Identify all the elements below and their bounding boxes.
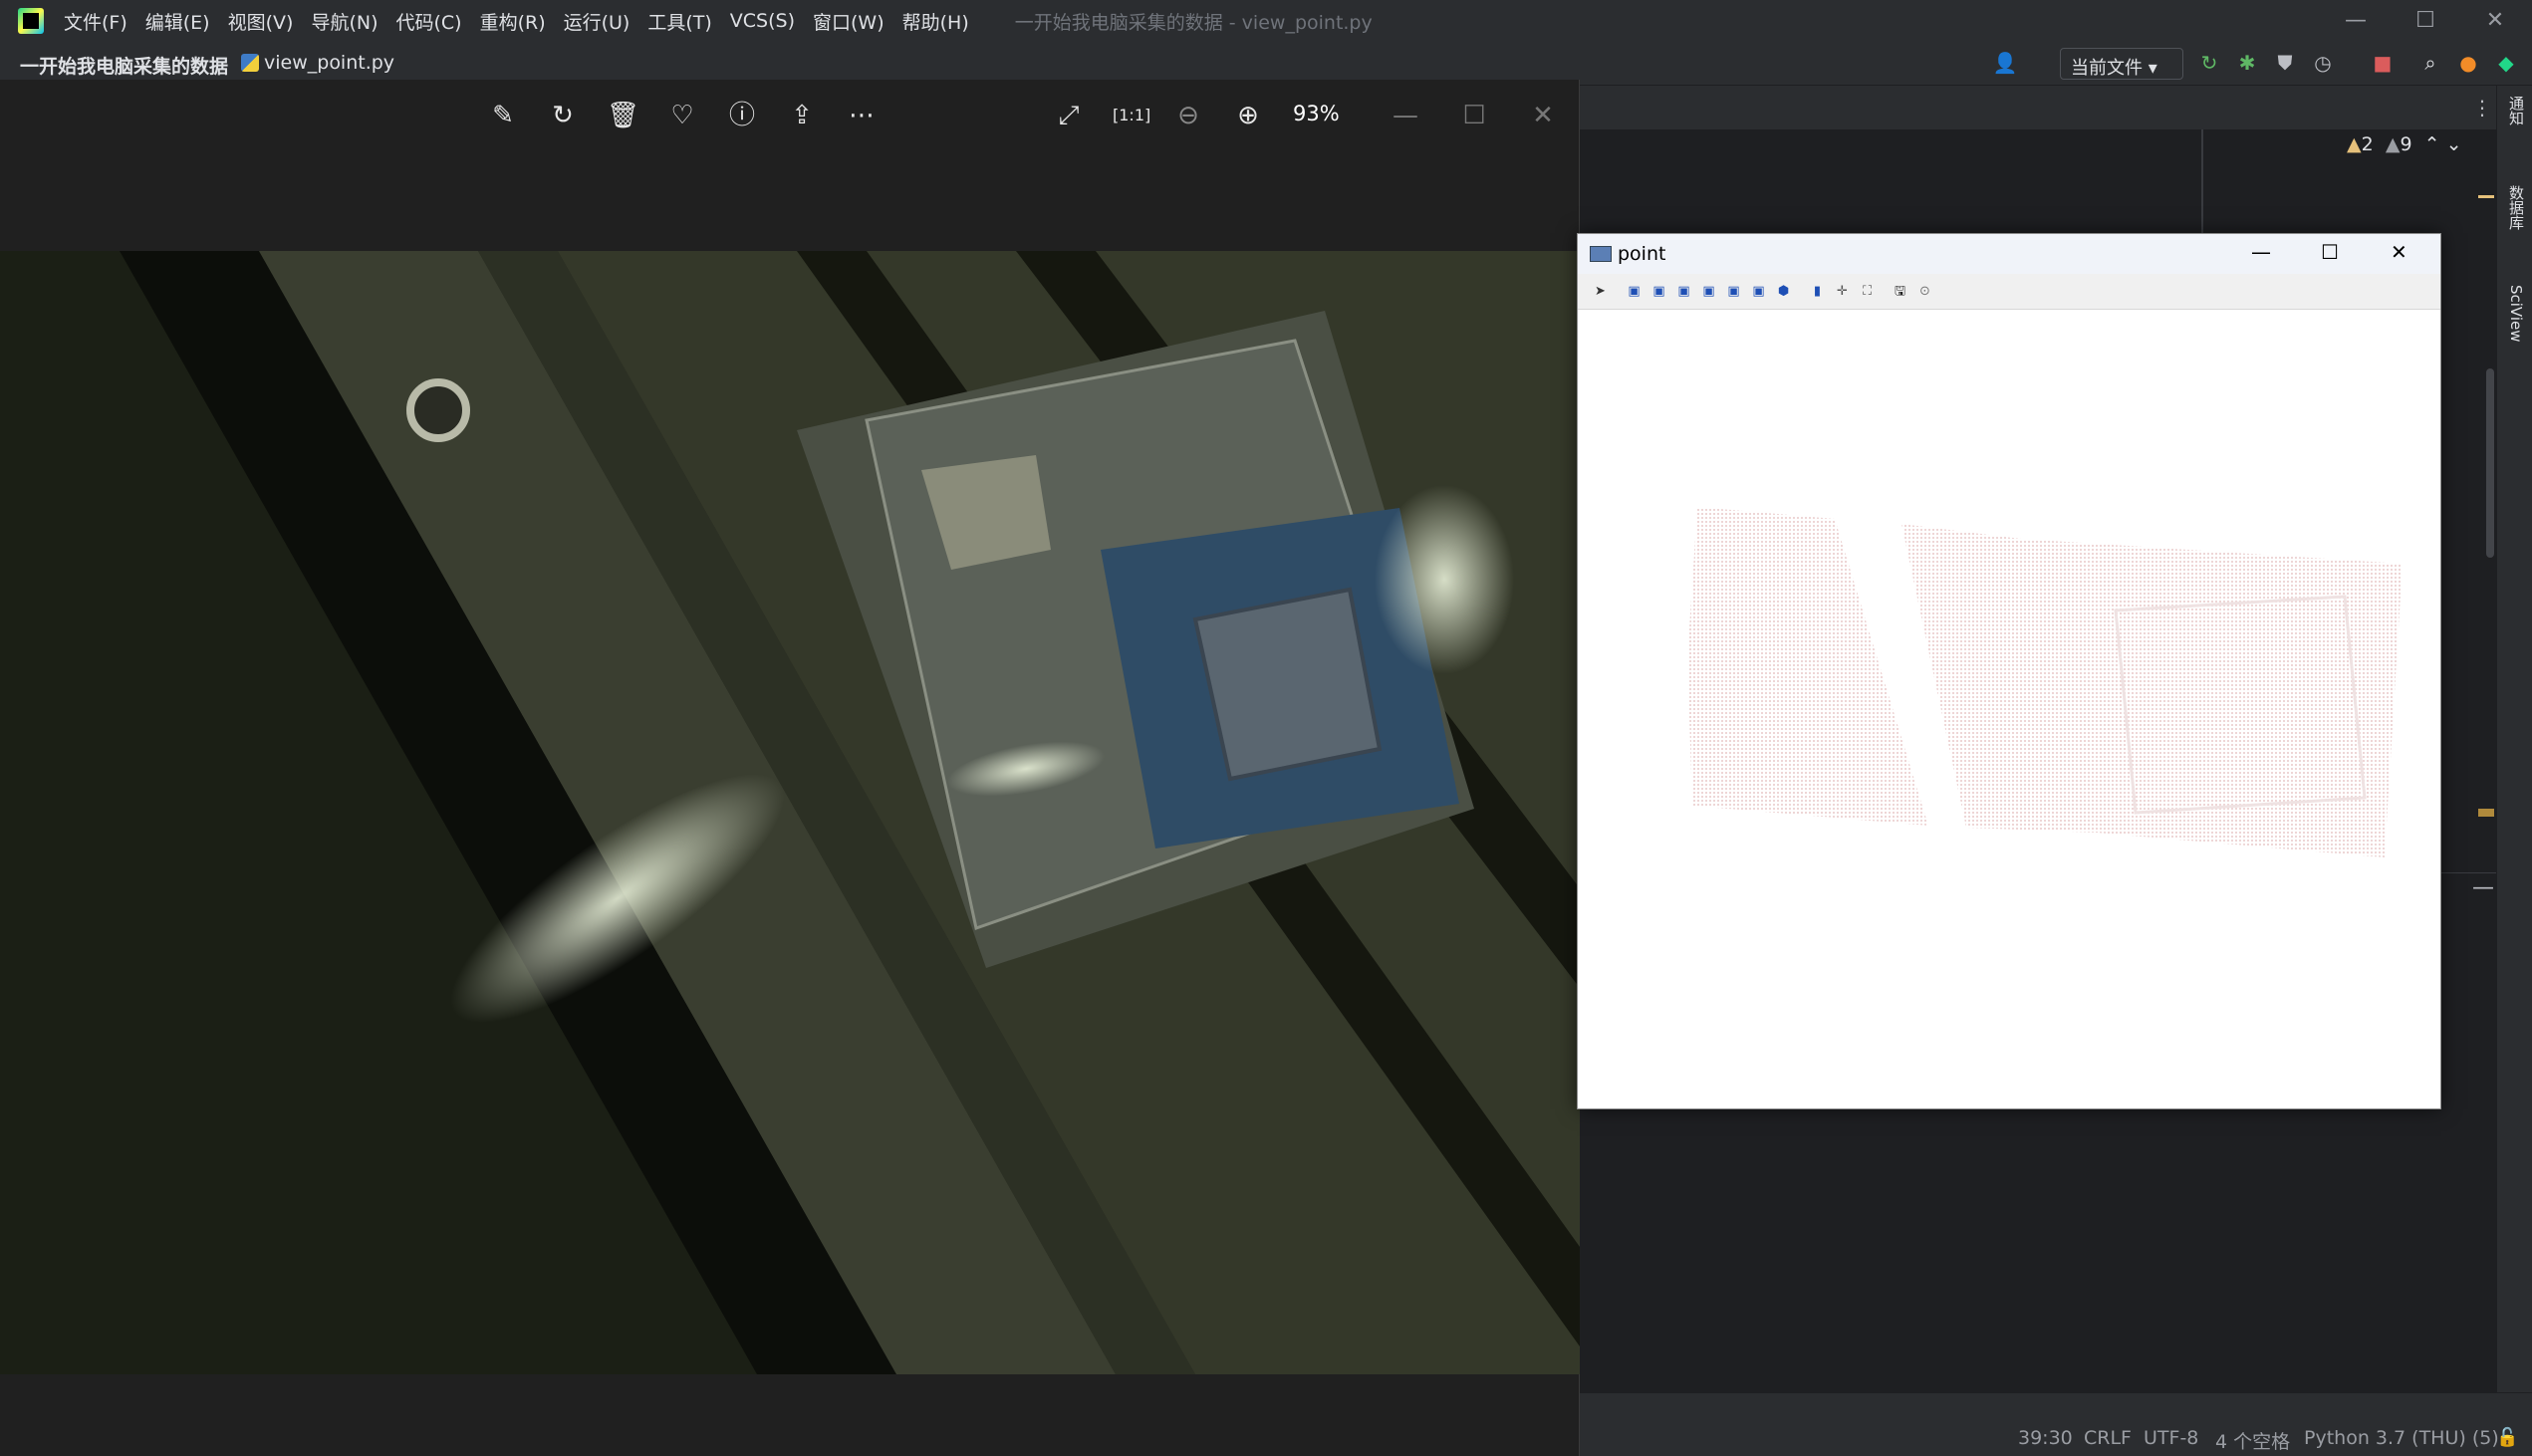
hide-panel-icon[interactable]: — bbox=[2472, 875, 2494, 900]
more-icon[interactable]: ⋯ bbox=[846, 100, 878, 131]
view-y-icon[interactable]: ▣ bbox=[1675, 283, 1692, 300]
photo-image[interactable] bbox=[0, 251, 1580, 1374]
rerun-icon[interactable]: ↻ bbox=[2196, 50, 2222, 76]
edit-image-icon[interactable]: ✎ bbox=[487, 100, 519, 131]
menu-view[interactable]: 视图(V) bbox=[228, 8, 294, 35]
indent-setting[interactable]: 4 个空格 bbox=[2215, 1427, 2290, 1454]
point-window-title: point bbox=[1618, 243, 1666, 265]
view-neg-x-icon[interactable]: ▣ bbox=[1650, 283, 1667, 300]
save-icon[interactable]: 🖫 bbox=[1892, 283, 1908, 300]
menu-tools[interactable]: 工具(T) bbox=[647, 8, 711, 35]
file-encoding[interactable]: UTF-8 bbox=[2144, 1427, 2198, 1449]
right-tool-strip: 通知 数据库 SciView bbox=[2496, 86, 2532, 1392]
fullscreen-icon[interactable]: ⤢ bbox=[1053, 100, 1085, 131]
more-options-icon[interactable]: ⋮ bbox=[2472, 96, 2492, 120]
info-icon[interactable]: ⓘ bbox=[726, 100, 758, 131]
point-maximize-icon[interactable]: ☐ bbox=[2321, 240, 2339, 264]
debug-icon[interactable]: ✱ bbox=[2234, 50, 2260, 76]
point-cloud-window: point — ☐ ✕ ➤ ▣ ▣ ▣ ▣ ▣ ▣ ⬢ ▮ ✛ ⛶ 🖫 ⊙ bbox=[1577, 233, 2441, 1109]
menu-bar: 文件(F) 编辑(E) 视图(V) 导航(N) 代码(C) 重构(R) 运行(U… bbox=[0, 0, 2532, 42]
breadcrumb-project[interactable]: 一开始我电脑采集的数据 bbox=[20, 52, 228, 79]
python-interpreter[interactable]: Python 3.7 (THU) (5) bbox=[2304, 1427, 2499, 1449]
menu-navigate[interactable]: 导航(N) bbox=[311, 8, 378, 35]
minimize-icon[interactable]: — bbox=[2321, 0, 2391, 42]
window-title: 一开始我电脑采集的数据 - view_point.py bbox=[1014, 11, 1373, 34]
isometric-view-icon[interactable]: ⬢ bbox=[1775, 283, 1792, 300]
view-z-icon[interactable]: ▣ bbox=[1725, 283, 1742, 300]
point-window-toolbar: ➤ ▣ ▣ ▣ ▣ ▣ ▣ ⬢ ▮ ✛ ⛶ 🖫 ⊙ bbox=[1578, 274, 2440, 310]
menu-edit[interactable]: 编辑(E) bbox=[145, 8, 210, 35]
notifications-tab[interactable]: 通知 bbox=[2505, 96, 2525, 125]
rotate-icon[interactable]: ↻ bbox=[547, 100, 579, 131]
actual-size-icon[interactable]: [1:1] bbox=[1113, 100, 1150, 131]
zoom-out-icon[interactable]: ⊖ bbox=[1172, 100, 1204, 131]
editor-scrollbar[interactable] bbox=[2486, 368, 2494, 558]
viewer-maximize-icon[interactable]: ☐ bbox=[1458, 100, 1490, 131]
lock-icon[interactable]: 🔓 bbox=[2496, 1427, 2518, 1448]
select-arrow-icon[interactable]: ➤ bbox=[1592, 283, 1609, 300]
share-icon[interactable]: ⇪ bbox=[786, 100, 818, 131]
editor-tab-strip: ⋮ bbox=[1580, 86, 2496, 129]
axes-icon[interactable]: ✛ bbox=[1834, 283, 1851, 300]
menu-run[interactable]: 运行(U) bbox=[564, 8, 631, 35]
delete-icon[interactable]: 🗑 bbox=[607, 100, 639, 131]
zoom-in-icon[interactable]: ⊕ bbox=[1232, 100, 1264, 131]
viewer-close-icon[interactable]: ✕ bbox=[1527, 100, 1559, 131]
favorite-icon[interactable]: ♡ bbox=[666, 100, 698, 131]
search-icon[interactable]: ⌕ bbox=[2417, 50, 2443, 76]
error-stripe-mark[interactable] bbox=[2478, 809, 2494, 817]
coverage-icon[interactable]: ⛊ bbox=[2272, 50, 2298, 76]
view-neg-y-icon[interactable]: ▣ bbox=[1700, 283, 1717, 300]
breadcrumb-file[interactable]: view_point.py bbox=[264, 52, 394, 74]
viewer-toolbar: ✎ ↻ 🗑 ♡ ⓘ ⇪ ⋯ ⤢ [1:1] ⊖ ⊕ 93% — ☐ ✕ bbox=[0, 80, 1580, 149]
jetbrains-ai-icon[interactable]: ◆ bbox=[2493, 50, 2519, 76]
close-icon[interactable]: ✕ bbox=[2460, 0, 2530, 42]
menu-help[interactable]: 帮助(H) bbox=[902, 8, 969, 35]
run-config-select[interactable]: 当前文件 ▾ bbox=[2060, 48, 2183, 80]
run-config-label: 当前文件 bbox=[2071, 58, 2143, 79]
menu-code[interactable]: 代码(C) bbox=[395, 8, 461, 35]
maximize-icon[interactable]: ☐ bbox=[2391, 0, 2460, 42]
pycharm-logo-icon bbox=[18, 8, 44, 34]
menu-window[interactable]: 窗口(W) bbox=[813, 8, 885, 35]
user-icon[interactable]: 👤 bbox=[1992, 50, 2018, 76]
view-neg-z-icon[interactable]: ▣ bbox=[1750, 283, 1767, 300]
caret-position[interactable]: 39:30 bbox=[2018, 1427, 2073, 1449]
python-file-icon bbox=[241, 54, 259, 72]
fit-view-icon[interactable]: ⛶ bbox=[1859, 283, 1876, 300]
sciview-tab[interactable]: SciView bbox=[2505, 285, 2525, 343]
point-cloud-canvas[interactable] bbox=[1578, 310, 2440, 1108]
update-icon[interactable]: ● bbox=[2455, 50, 2481, 76]
profile-icon[interactable]: ◷ bbox=[2310, 50, 2336, 76]
error-stripe-mark[interactable] bbox=[2478, 195, 2494, 198]
inspection-widget[interactable]: ▲2 ▲9 ⌃ ⌄ bbox=[2347, 133, 2462, 155]
weak-warnings-count: 9 bbox=[2400, 133, 2412, 155]
zoom-level: 93% bbox=[1293, 102, 1340, 125]
settings-icon[interactable]: ⊙ bbox=[1916, 283, 1933, 300]
menu-vcs[interactable]: VCS(S) bbox=[730, 10, 795, 32]
point-minimize-icon[interactable]: — bbox=[2251, 240, 2271, 264]
view-x-icon[interactable]: ▣ bbox=[1626, 283, 1643, 300]
window-app-icon bbox=[1590, 246, 1612, 262]
point-close-icon[interactable]: ✕ bbox=[2391, 240, 2407, 264]
database-tab[interactable]: 数据库 bbox=[2505, 185, 2525, 230]
point-window-titlebar[interactable]: point — ☐ ✕ bbox=[1578, 234, 2440, 274]
scalar-bar-icon[interactable]: ▮ bbox=[1809, 283, 1826, 300]
photo-viewer-window: ✎ ↻ 🗑 ♡ ⓘ ⇪ ⋯ ⤢ [1:1] ⊖ ⊕ 93% — ☐ ✕ bbox=[0, 80, 1580, 1456]
stop-icon[interactable]: ■ bbox=[2370, 50, 2396, 76]
menu-refactor[interactable]: 重构(R) bbox=[480, 8, 546, 35]
viewer-minimize-icon[interactable]: — bbox=[1390, 100, 1421, 131]
warnings-count: 2 bbox=[2361, 133, 2374, 155]
line-separator[interactable]: CRLF bbox=[2084, 1427, 2132, 1449]
menu-file[interactable]: 文件(F) bbox=[64, 8, 127, 35]
